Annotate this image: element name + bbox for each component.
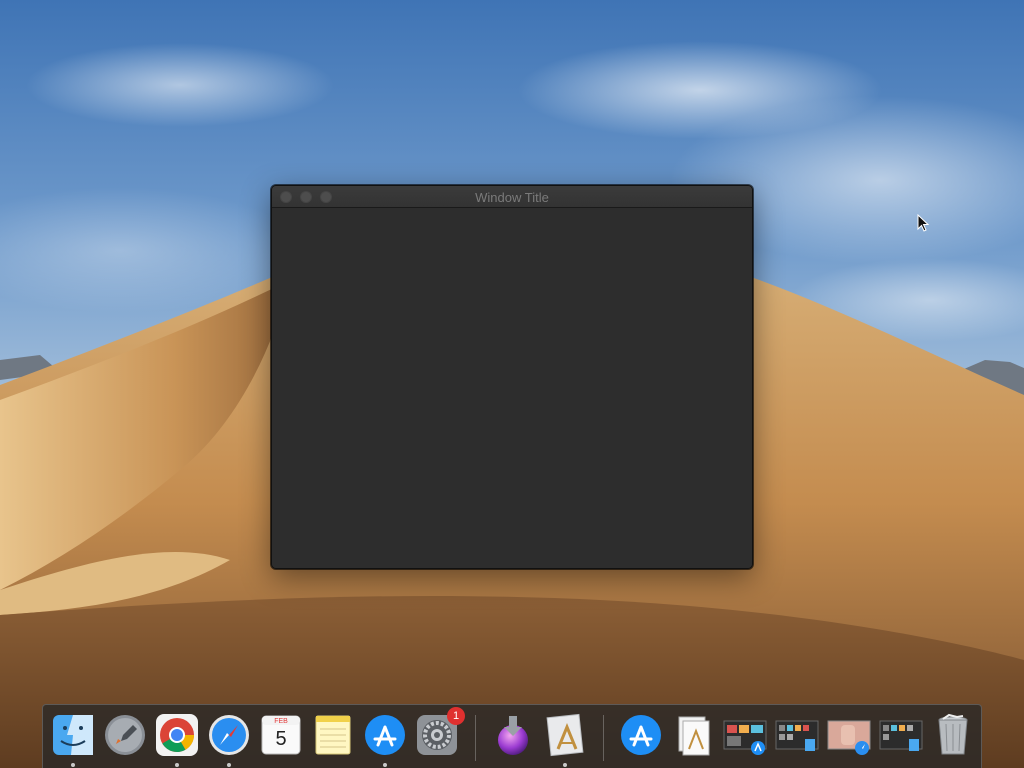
calendar-day: 5 xyxy=(275,728,287,750)
document-icon xyxy=(678,716,710,756)
dock: FEB 5 1 xyxy=(42,704,982,768)
dock-separator xyxy=(475,715,476,761)
chrome-icon xyxy=(156,714,198,756)
notepad-icon xyxy=(315,715,351,755)
dock-item-finder[interactable] xyxy=(51,713,95,757)
running-indicator xyxy=(227,763,231,767)
dock-item-screenshot-1[interactable] xyxy=(723,713,767,757)
app-window[interactable]: Window Title xyxy=(271,185,753,569)
dock-item-notes[interactable] xyxy=(311,713,355,757)
notification-badge: 1 xyxy=(447,707,465,725)
window-titlebar[interactable]: Window Title xyxy=(272,186,752,208)
rocket-icon xyxy=(105,715,145,755)
window-thumbnail-icon xyxy=(723,720,767,755)
running-indicator xyxy=(71,763,75,767)
dock-separator xyxy=(603,715,604,761)
dock-item-xcode-document[interactable] xyxy=(543,713,587,757)
app-store-icon xyxy=(621,715,661,755)
window-content xyxy=(272,209,752,568)
dock-item-calendar[interactable]: FEB 5 xyxy=(259,713,303,757)
window-thumbnail-icon xyxy=(879,720,923,751)
running-indicator xyxy=(383,763,387,767)
dock-item-screenshot-2[interactable] xyxy=(775,713,819,757)
app-store-icon xyxy=(365,715,405,755)
dock-item-app-store[interactable] xyxy=(363,713,407,757)
dock-item-document-folder[interactable] xyxy=(671,713,715,757)
drafting-document-icon xyxy=(546,713,584,757)
dock-item-safari[interactable] xyxy=(207,713,251,757)
photo-thumbnail-icon xyxy=(827,720,871,755)
dock-item-installer[interactable] xyxy=(491,713,535,757)
dock-item-chrome[interactable] xyxy=(155,713,199,757)
dock-item-launchpad[interactable] xyxy=(103,713,147,757)
dock-item-trash[interactable] xyxy=(931,713,975,757)
calendar-month: FEB xyxy=(274,718,288,725)
compass-icon xyxy=(209,715,249,755)
dock-item-screenshot-3[interactable] xyxy=(879,713,923,757)
running-indicator xyxy=(175,763,179,767)
trash-icon xyxy=(938,713,968,755)
finder-icon xyxy=(53,715,93,755)
dock-item-system-preferences[interactable]: 1 xyxy=(415,707,465,757)
window-title: Window Title xyxy=(475,190,549,205)
window-thumbnail-icon xyxy=(775,720,819,751)
dock-item-image-thumbnail[interactable] xyxy=(827,713,871,757)
running-indicator xyxy=(563,763,567,767)
mouse-cursor-icon xyxy=(917,214,929,232)
download-orb-icon xyxy=(498,716,528,755)
dock-item-app-store-download[interactable] xyxy=(619,713,663,757)
